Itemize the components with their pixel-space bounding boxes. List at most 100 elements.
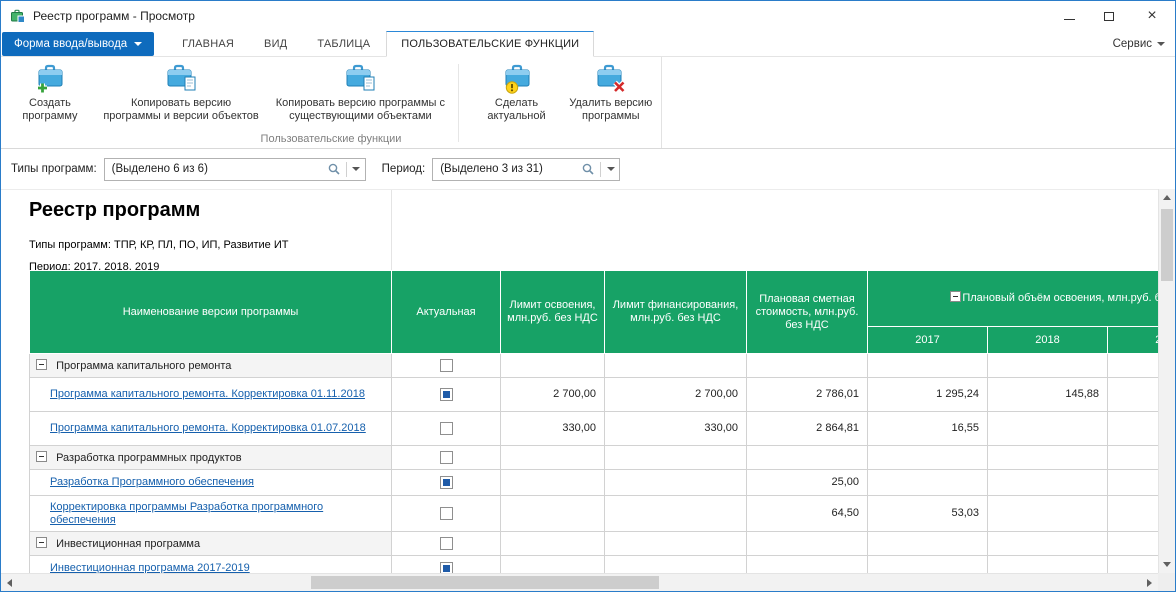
ribbon: Создать программу Копировать версию прог…	[1, 57, 1175, 149]
triangle-right-icon	[1147, 579, 1152, 587]
button-label: Копировать версию программы с существующ…	[269, 97, 451, 123]
actual-checkbox[interactable]	[440, 359, 453, 372]
value-cell	[1108, 446, 1159, 470]
group-cell[interactable]: Инвестиционная программа	[30, 532, 392, 556]
value-cell	[988, 496, 1108, 532]
value-cell	[868, 556, 988, 574]
collapse-group-icon[interactable]	[950, 291, 961, 302]
program-version-link[interactable]: Программа капитального ремонта. Корректи…	[50, 388, 365, 400]
vertical-scrollbar[interactable]	[1158, 189, 1175, 573]
program-version-link[interactable]: Инвестиционная программа 2017-2019	[50, 562, 250, 573]
value-cell	[1108, 354, 1159, 378]
value-cell: 16,55	[868, 412, 988, 446]
copy-program-version-existing-objects-button[interactable]: Копировать версию программы с существующ…	[269, 62, 451, 123]
briefcase-add-icon	[34, 62, 66, 94]
briefcase-warning-icon	[501, 62, 533, 94]
table-row: Корректировка программы Разработка прогр…	[30, 496, 1159, 532]
ribbon-group-label: Пользовательские функции	[1, 133, 661, 145]
period-label: Период:	[382, 163, 426, 175]
actual-checkbox[interactable]	[440, 451, 453, 464]
report-title: Реестр программ	[29, 199, 200, 222]
horizontal-scrollbar-thumb[interactable]	[311, 576, 659, 589]
scroll-up-button[interactable]	[1159, 189, 1175, 206]
triangle-down-icon	[1163, 562, 1171, 567]
value-cell	[605, 446, 747, 470]
io-form-menu-button[interactable]: Форма ввода/вывода	[2, 32, 154, 56]
value-cell	[988, 556, 1108, 574]
search-icon[interactable]	[323, 162, 345, 176]
table-row: Разработка Программного обеспечения 25,0…	[30, 470, 1159, 496]
period-filter[interactable]: (Выделено 3 из 31)	[432, 158, 620, 181]
actual-checkbox[interactable]	[440, 507, 453, 520]
value-cell	[868, 470, 988, 496]
combo-separator	[600, 162, 601, 177]
actual-checkbox[interactable]	[440, 476, 453, 489]
value-cell	[988, 354, 1108, 378]
value-cell: 2 864,81	[747, 412, 868, 446]
value-cell	[605, 470, 747, 496]
column-header-limit-financing: Лимит финансирования, млн.руб. без НДС	[605, 271, 747, 354]
actual-cell	[392, 532, 501, 556]
ribbon-group-user-functions: Создать программу Копировать версию прог…	[1, 57, 662, 148]
search-icon[interactable]	[577, 162, 599, 176]
program-version-link[interactable]: Корректировка программы Разработка прогр…	[50, 501, 323, 526]
chevron-down-icon[interactable]	[602, 167, 619, 171]
chevron-down-icon[interactable]	[348, 167, 365, 171]
actual-checkbox[interactable]	[440, 537, 453, 550]
titlebar: Реестр программ - Просмотр ×	[1, 1, 1175, 31]
value-cell	[747, 446, 868, 470]
scroll-down-button[interactable]	[1159, 556, 1175, 573]
group-cell[interactable]: Программа капитального ремонта	[30, 354, 392, 378]
column-header-planned-volume: Плановый объём освоения, млн.руб. без	[868, 271, 1159, 327]
program-version-link[interactable]: Разработка Программного обеспечения	[50, 476, 254, 488]
value-cell: 1 295,24	[868, 378, 988, 412]
value-cell	[605, 556, 747, 574]
tab-tablitsa[interactable]: ТАБЛИЦА	[303, 31, 384, 56]
service-menu[interactable]: Сервис	[1113, 31, 1165, 57]
name-cell: Инвестиционная программа 2017-2019	[30, 556, 392, 574]
collapse-icon[interactable]	[36, 537, 47, 548]
group-name: Разработка программных продуктов	[56, 452, 241, 464]
collapse-icon[interactable]	[36, 451, 47, 462]
group-name: Программа капитального ремонта	[56, 360, 231, 372]
actual-checkbox[interactable]	[440, 562, 453, 573]
actual-cell	[392, 446, 501, 470]
actual-checkbox[interactable]	[440, 422, 453, 435]
create-program-button[interactable]: Создать программу	[9, 62, 91, 123]
value-cell	[868, 446, 988, 470]
value-cell	[988, 446, 1108, 470]
column-header-actual: Актуальная	[392, 271, 501, 354]
chevron-down-icon	[134, 42, 142, 46]
combo-separator	[346, 162, 347, 177]
program-types-filter[interactable]: (Выделено 6 из 6)	[104, 158, 366, 181]
value-cell	[501, 556, 605, 574]
tab-vid[interactable]: ВИД	[250, 31, 301, 56]
scroll-right-button[interactable]	[1141, 574, 1158, 591]
group-cell[interactable]: Разработка программных продуктов	[30, 446, 392, 470]
table-row: Программа капитального ремонта. Корректи…	[30, 378, 1159, 412]
column-header-2019: 2019	[1108, 327, 1159, 354]
close-button[interactable]: ×	[1129, 1, 1175, 31]
value-cell	[1108, 556, 1159, 574]
vertical-scrollbar-thumb[interactable]	[1161, 209, 1173, 281]
ribbon-buttons: Создать программу Копировать версию прог…	[1, 57, 661, 142]
collapse-icon[interactable]	[36, 359, 47, 370]
actual-checkbox[interactable]	[440, 388, 453, 401]
table-group-row: Программа капитального ремонта	[30, 354, 1159, 378]
column-header-2017: 2017	[868, 327, 988, 354]
tab-glavnaya[interactable]: ГЛАВНАЯ	[168, 31, 248, 56]
horizontal-scrollbar[interactable]	[1, 573, 1158, 591]
tab-polzovatelskie-funktsii[interactable]: ПОЛЬЗОВАТЕЛЬСКИЕ ФУНКЦИИ	[386, 31, 594, 57]
scroll-left-button[interactable]	[1, 574, 18, 591]
value-cell	[988, 412, 1108, 446]
copy-program-version-button[interactable]: Копировать версию программы и версии объ…	[103, 62, 259, 123]
maximize-button[interactable]	[1089, 1, 1129, 31]
minimize-button[interactable]	[1049, 1, 1089, 31]
program-types-label: Типы программ:	[11, 163, 97, 175]
program-version-link[interactable]: Программа капитального ремонта. Корректи…	[50, 422, 366, 434]
delete-program-version-button[interactable]: Удалить версию программы	[561, 62, 661, 123]
scrollbar-corner	[1158, 573, 1175, 591]
service-label: Сервис	[1113, 38, 1152, 50]
value-cell: 2 786,01	[747, 378, 868, 412]
make-actual-button[interactable]: Сделать актуальной	[477, 62, 557, 123]
